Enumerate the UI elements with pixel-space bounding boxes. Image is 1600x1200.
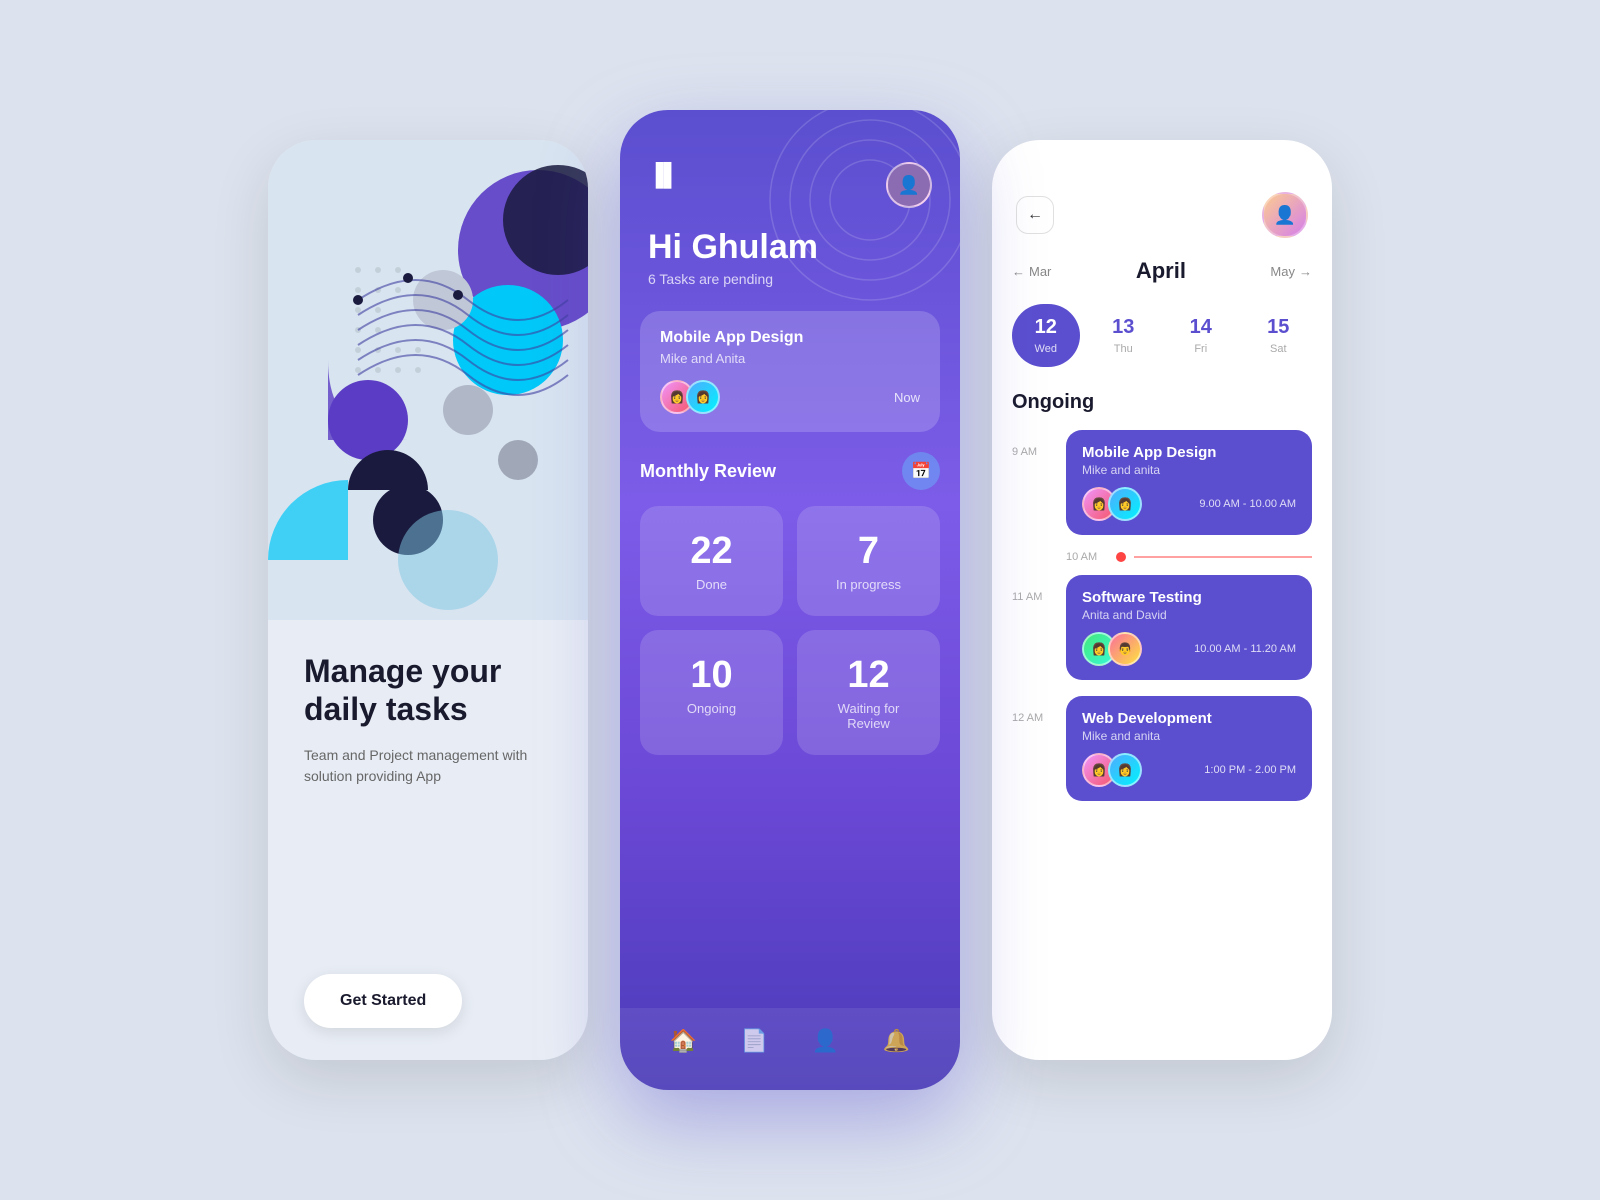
back-button[interactable]: ← xyxy=(1016,196,1054,234)
task-avatars: 👩 👩 xyxy=(660,380,712,414)
schedule-mobile-avatars: 👩 👩 xyxy=(1082,487,1134,521)
stat-waiting-number: 12 xyxy=(817,654,920,697)
month-nav: ← Mar April May → xyxy=(1012,258,1312,284)
nav-person-icon[interactable]: 👤 xyxy=(812,1028,839,1054)
time-9am: 9 AM xyxy=(1012,430,1054,458)
next-month[interactable]: May → xyxy=(1270,264,1312,279)
stats-grid: 22 Done 7 In progress 10 Ongoing 12 Wait… xyxy=(640,506,940,755)
avatar-david-sw: 👨 xyxy=(1108,632,1142,666)
schedule-web-title: Web Development xyxy=(1082,710,1296,727)
onboarding-subtitle: Team and Project management with solutio… xyxy=(304,745,552,787)
schedule-software-avatars: 👩 👨 xyxy=(1082,632,1134,666)
schedule-software-sub: Anita and David xyxy=(1082,608,1296,622)
stat-inprogress-label: In progress xyxy=(817,577,920,592)
stat-done-label: Done xyxy=(660,577,763,592)
nav-document-icon[interactable]: 📄 xyxy=(741,1028,768,1054)
date-13[interactable]: 13 Thu xyxy=(1090,304,1158,367)
date-row: 12 Wed 13 Thu 14 Fri 15 Sat xyxy=(1012,304,1312,367)
illustration-area xyxy=(268,140,588,620)
task-card[interactable]: Mobile App Design Mike and Anita 👩 👩 Now xyxy=(640,311,940,432)
onboarding-screen: Manage your daily tasks Team and Project… xyxy=(268,140,588,1060)
time-line xyxy=(1134,556,1312,558)
current-time-row: 10 AM xyxy=(1012,551,1312,563)
avatar-image: 👤 xyxy=(888,164,930,206)
stat-done: 22 Done xyxy=(640,506,783,616)
user-avatar-calendar[interactable]: 👤 xyxy=(1262,192,1308,238)
screens-container: Manage your daily tasks Team and Project… xyxy=(268,110,1332,1090)
monthly-review-title: Monthly Review xyxy=(640,461,776,482)
schedule-software-title: Software Testing xyxy=(1082,589,1296,606)
stat-ongoing-label: Ongoing xyxy=(660,701,763,716)
onboarding-title: Manage your daily tasks xyxy=(304,652,552,729)
schedule-software-time: 10.00 AM - 11.20 AM xyxy=(1194,643,1296,655)
date-12[interactable]: 12 Wed xyxy=(1012,304,1080,367)
stat-waiting-label: Waiting for Review xyxy=(817,701,920,731)
user-avatar[interactable]: 👤 xyxy=(886,162,932,208)
schedule-item-software: 11 AM Software Testing Anita and David 👩… xyxy=(1012,575,1312,680)
schedule-card-mobile[interactable]: Mobile App Design Mike and anita 👩 👩 9.0… xyxy=(1066,430,1312,535)
date-14[interactable]: 14 Fri xyxy=(1167,304,1235,367)
schedule-card-web[interactable]: Web Development Mike and anita 👩 👩 1:00 … xyxy=(1066,696,1312,801)
task-footer: 👩 👩 Now xyxy=(660,380,920,414)
schedule-web-sub: Mike and anita xyxy=(1082,729,1296,743)
schedule-mobile-time: 9.00 AM - 10.00 AM xyxy=(1199,498,1296,510)
time-10am-label: 10 AM xyxy=(1066,551,1108,563)
chart-icon: ▐▌ xyxy=(648,162,679,188)
schedule-list: 9 AM Mobile App Design Mike and anita 👩 … xyxy=(1012,430,1312,817)
current-month: April xyxy=(1136,258,1186,284)
calendar-header: ← 👤 xyxy=(992,140,1332,258)
task-time: Now xyxy=(894,390,920,405)
avatar-anita-web: 👩 xyxy=(1108,753,1142,787)
prev-month[interactable]: ← Mar xyxy=(1012,264,1051,279)
monthly-review-header: Monthly Review 📅 xyxy=(640,452,940,490)
stat-inprogress: 7 In progress xyxy=(797,506,940,616)
avatar-anita: 👩 xyxy=(686,380,720,414)
dashboard-screen: ▐▌ 👤 Hi Ghulam 6 Tasks are pending Mobil… xyxy=(620,110,960,1090)
stat-inprogress-number: 7 xyxy=(817,530,920,573)
schedule-item-web: 12 AM Web Development Mike and anita 👩 👩… xyxy=(1012,696,1312,801)
schedule-web-footer: 👩 👩 1:00 PM - 2.00 PM xyxy=(1082,753,1296,787)
schedule-web-avatars: 👩 👩 xyxy=(1082,753,1134,787)
calendar-body: ← Mar April May → 12 Wed 13 Thu 14 xyxy=(992,258,1332,1060)
date-15[interactable]: 15 Sat xyxy=(1245,304,1313,367)
schedule-web-time: 1:00 PM - 2.00 PM xyxy=(1204,764,1296,776)
nav-home-icon[interactable]: 🏠 xyxy=(670,1028,697,1054)
dashboard-header: ▐▌ 👤 xyxy=(620,110,960,228)
dashboard-body: Mobile App Design Mike and Anita 👩 👩 Now… xyxy=(620,311,960,988)
schedule-item-mobile: 9 AM Mobile App Design Mike and anita 👩 … xyxy=(1012,430,1312,535)
schedule-mobile-title: Mobile App Design xyxy=(1082,444,1296,461)
time-11am: 11 AM xyxy=(1012,575,1054,603)
stat-ongoing-number: 10 xyxy=(660,654,763,697)
schedule-mobile-footer: 👩 👩 9.00 AM - 10.00 AM xyxy=(1082,487,1296,521)
task-subtitle: Mike and Anita xyxy=(660,351,920,366)
stat-ongoing: 10 Ongoing xyxy=(640,630,783,755)
ongoing-title: Ongoing xyxy=(1012,391,1312,414)
time-dot xyxy=(1116,552,1126,562)
schedule-mobile-sub: Mike and anita xyxy=(1082,463,1296,477)
header-left: ▐▌ xyxy=(648,162,679,188)
onboarding-content: Manage your daily tasks Team and Project… xyxy=(268,620,588,1060)
stat-done-number: 22 xyxy=(660,530,763,573)
calendar-button[interactable]: 📅 xyxy=(902,452,940,490)
calendar-screen: ← 👤 ← Mar April May → 12 Wed xyxy=(992,140,1332,1060)
schedule-software-footer: 👩 👨 10.00 AM - 11.20 AM xyxy=(1082,632,1296,666)
avatar-image-calendar: 👤 xyxy=(1264,194,1306,236)
avatar-anita-cal: 👩 xyxy=(1108,487,1142,521)
schedule-card-software[interactable]: Software Testing Anita and David 👩 👨 10.… xyxy=(1066,575,1312,680)
bottom-nav: 🏠 📄 👤 🔔 xyxy=(620,1008,960,1090)
get-started-button[interactable]: Get Started xyxy=(304,974,462,1028)
stat-waiting: 12 Waiting for Review xyxy=(797,630,940,755)
time-12am: 12 AM xyxy=(1012,696,1054,724)
nav-bell-icon[interactable]: 🔔 xyxy=(883,1028,910,1054)
task-title: Mobile App Design xyxy=(660,329,920,347)
